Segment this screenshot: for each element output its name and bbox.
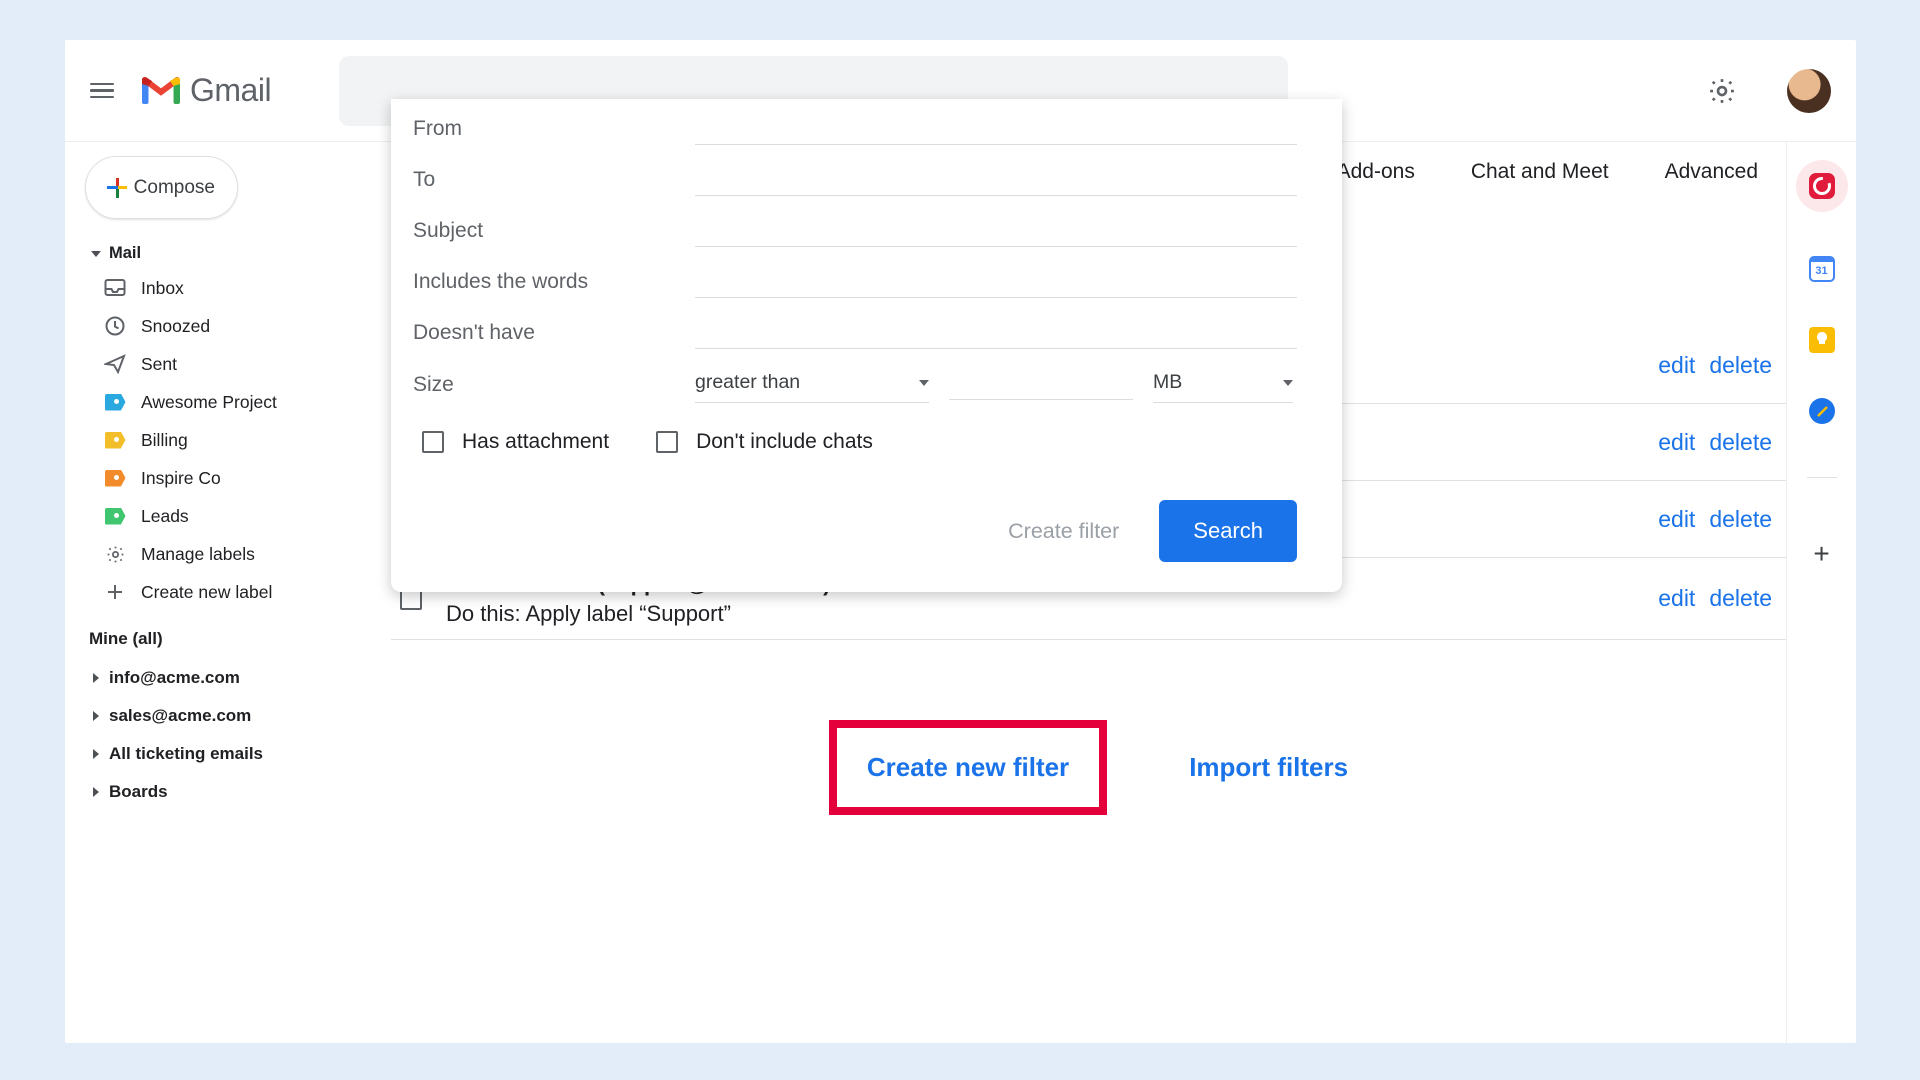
compose-label: Compose [134, 177, 215, 199]
tree-item-boards[interactable]: Boards [85, 773, 391, 811]
filter-edit-link[interactable]: edit [1658, 352, 1695, 379]
plus-multicolor-icon [108, 179, 116, 197]
filter-edit-link[interactable]: edit [1658, 429, 1695, 456]
tab-chat-meet[interactable]: Chat and Meet [1471, 152, 1609, 192]
clock-icon [104, 315, 126, 337]
sidebar: Compose Mail Inbox Snoozed Sent Awesome … [65, 141, 391, 1043]
sidebar-item-snoozed[interactable]: Snoozed [85, 307, 391, 345]
filter-delete-link[interactable]: delete [1709, 429, 1772, 456]
plus-icon [104, 581, 126, 603]
sidebar-item-manage-labels[interactable]: Manage labels [85, 535, 391, 573]
sidebar-item-leads[interactable]: Leads [85, 497, 391, 535]
create-filter-button[interactable]: Create filter [998, 507, 1129, 556]
sidebar-item-inbox[interactable]: Inbox [85, 269, 391, 307]
doesnt-have-input[interactable] [695, 317, 1297, 349]
right-rail: 31 + [1786, 141, 1856, 1043]
size-value-input[interactable] [949, 370, 1133, 400]
highlight-annotation: Create new filter [829, 720, 1107, 815]
account-avatar[interactable] [1787, 69, 1831, 113]
tab-advanced[interactable]: Advanced [1665, 152, 1758, 192]
rail-app-calendar[interactable]: 31 [1807, 254, 1836, 283]
size-unit-select[interactable]: MB [1153, 367, 1293, 403]
from-input[interactable] [695, 113, 1297, 145]
sidebar-item-awesome-project[interactable]: Awesome Project [85, 383, 391, 421]
sidebar-item-sent[interactable]: Sent [85, 345, 391, 383]
chevron-right-icon [93, 787, 99, 797]
sidebar-item-create-label[interactable]: Create new label [85, 573, 391, 611]
search-button[interactable]: Search [1159, 500, 1297, 562]
sidebar-item-billing[interactable]: Billing [85, 421, 391, 459]
dont-include-chats-checkbox[interactable]: Don't include chats [653, 430, 873, 454]
gmail-logo[interactable]: Gmail [142, 72, 271, 109]
filter-edit-link[interactable]: edit [1658, 506, 1695, 533]
chevron-down-icon [91, 251, 101, 257]
rail-add-button[interactable]: + [1813, 538, 1829, 570]
sidebar-section-mine: Mine (all) [89, 629, 391, 649]
caret-down-icon [919, 380, 929, 386]
tab-addons[interactable]: Add-ons [1337, 152, 1415, 192]
tree-item-sales[interactable]: sales@acme.com [85, 697, 391, 735]
main-content: Add-ons Chat and Meet Advanced From To S… [391, 141, 1786, 1043]
subject-input[interactable] [695, 215, 1297, 247]
to-input[interactable] [695, 164, 1297, 196]
search-filter-dropdown: From To Subject Includes the words Doesn… [391, 99, 1342, 592]
includes-input[interactable] [695, 266, 1297, 298]
filter-delete-link[interactable]: delete [1709, 506, 1772, 533]
sidebar-item-inspire-co[interactable]: Inspire Co [85, 459, 391, 497]
hamburger-menu-icon[interactable] [90, 79, 114, 103]
size-operator-select[interactable]: greater than [695, 367, 929, 403]
create-new-filter-link[interactable]: Create new filter [867, 752, 1069, 782]
checkbox-icon [656, 431, 678, 453]
import-filters-link[interactable]: Import filters [1189, 752, 1348, 783]
inbox-icon [104, 277, 126, 299]
chevron-right-icon [93, 749, 99, 759]
app-frame: Gmail Compose Mail Inbox Snoozed [65, 40, 1856, 1043]
field-label-from: From [413, 117, 695, 141]
rail-app-grammarly[interactable] [1796, 160, 1848, 212]
has-attachment-checkbox[interactable]: Has attachment [419, 430, 609, 454]
sidebar-section-mail[interactable]: Mail [91, 244, 391, 263]
gmail-m-icon [142, 76, 180, 106]
label-icon [104, 391, 126, 413]
rail-app-tasks[interactable] [1807, 396, 1836, 425]
field-label-subject: Subject [413, 219, 695, 243]
compose-button[interactable]: Compose [85, 156, 238, 219]
field-label-to: To [413, 168, 695, 192]
field-label-doesnt-have: Doesn't have [413, 321, 695, 345]
filter-edit-link[interactable]: edit [1658, 585, 1695, 612]
send-icon [104, 353, 126, 375]
gmail-wordmark: Gmail [190, 72, 271, 109]
filter-delete-link[interactable]: delete [1709, 352, 1772, 379]
tree-item-info[interactable]: info@acme.com [85, 659, 391, 697]
chevron-right-icon [93, 711, 99, 721]
gear-icon [104, 543, 126, 565]
chevron-right-icon [93, 673, 99, 683]
caret-down-icon [1283, 380, 1293, 386]
label-icon [104, 429, 126, 451]
field-label-size: Size [413, 373, 695, 397]
filter-delete-link[interactable]: delete [1709, 585, 1772, 612]
settings-gear-icon[interactable] [1707, 76, 1737, 106]
field-label-includes: Includes the words [413, 270, 695, 294]
rail-app-keep[interactable] [1807, 325, 1836, 354]
tree-item-ticketing[interactable]: All ticketing emails [85, 735, 391, 773]
label-icon [104, 505, 126, 527]
checkbox-icon [422, 431, 444, 453]
filter-bottom-actions: Create new filter Import filters [391, 720, 1786, 815]
label-icon [104, 467, 126, 489]
